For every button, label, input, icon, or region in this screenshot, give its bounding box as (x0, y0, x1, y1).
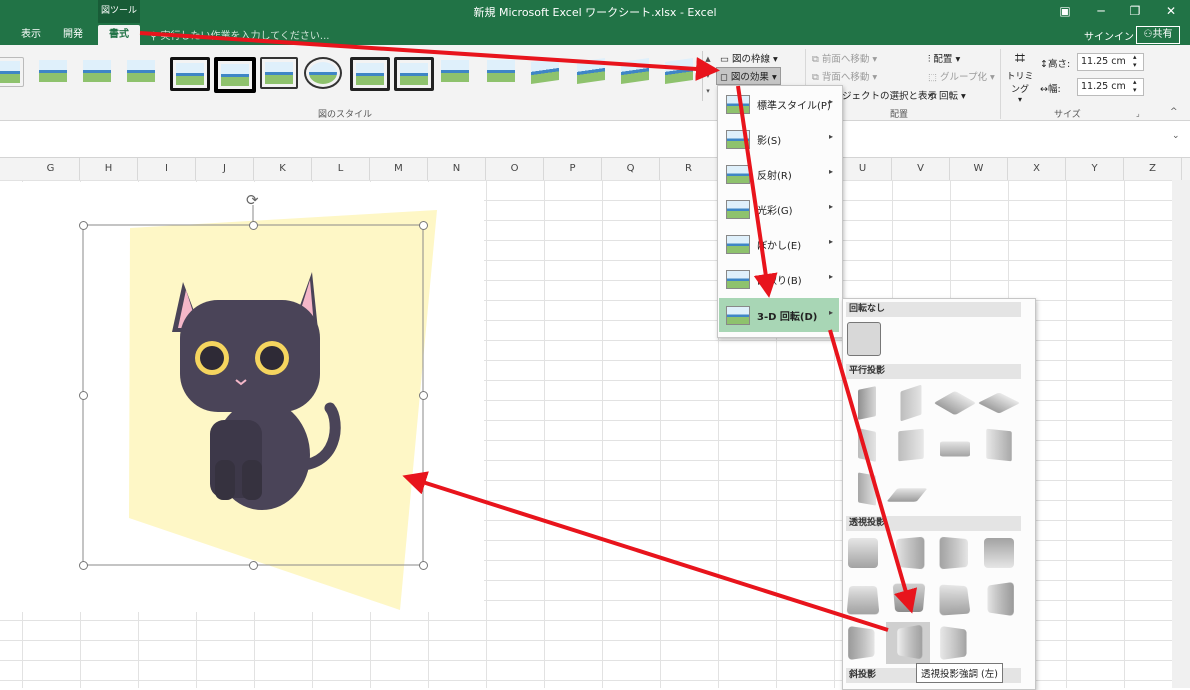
arrow-to-perspective-option (828, 329, 918, 614)
arrow-to-picture (402, 471, 889, 632)
annotation-arrows (139, 31, 918, 632)
arrow-to-picture-effects (139, 31, 720, 81)
arrow-to-3d-rotation (736, 85, 778, 298)
